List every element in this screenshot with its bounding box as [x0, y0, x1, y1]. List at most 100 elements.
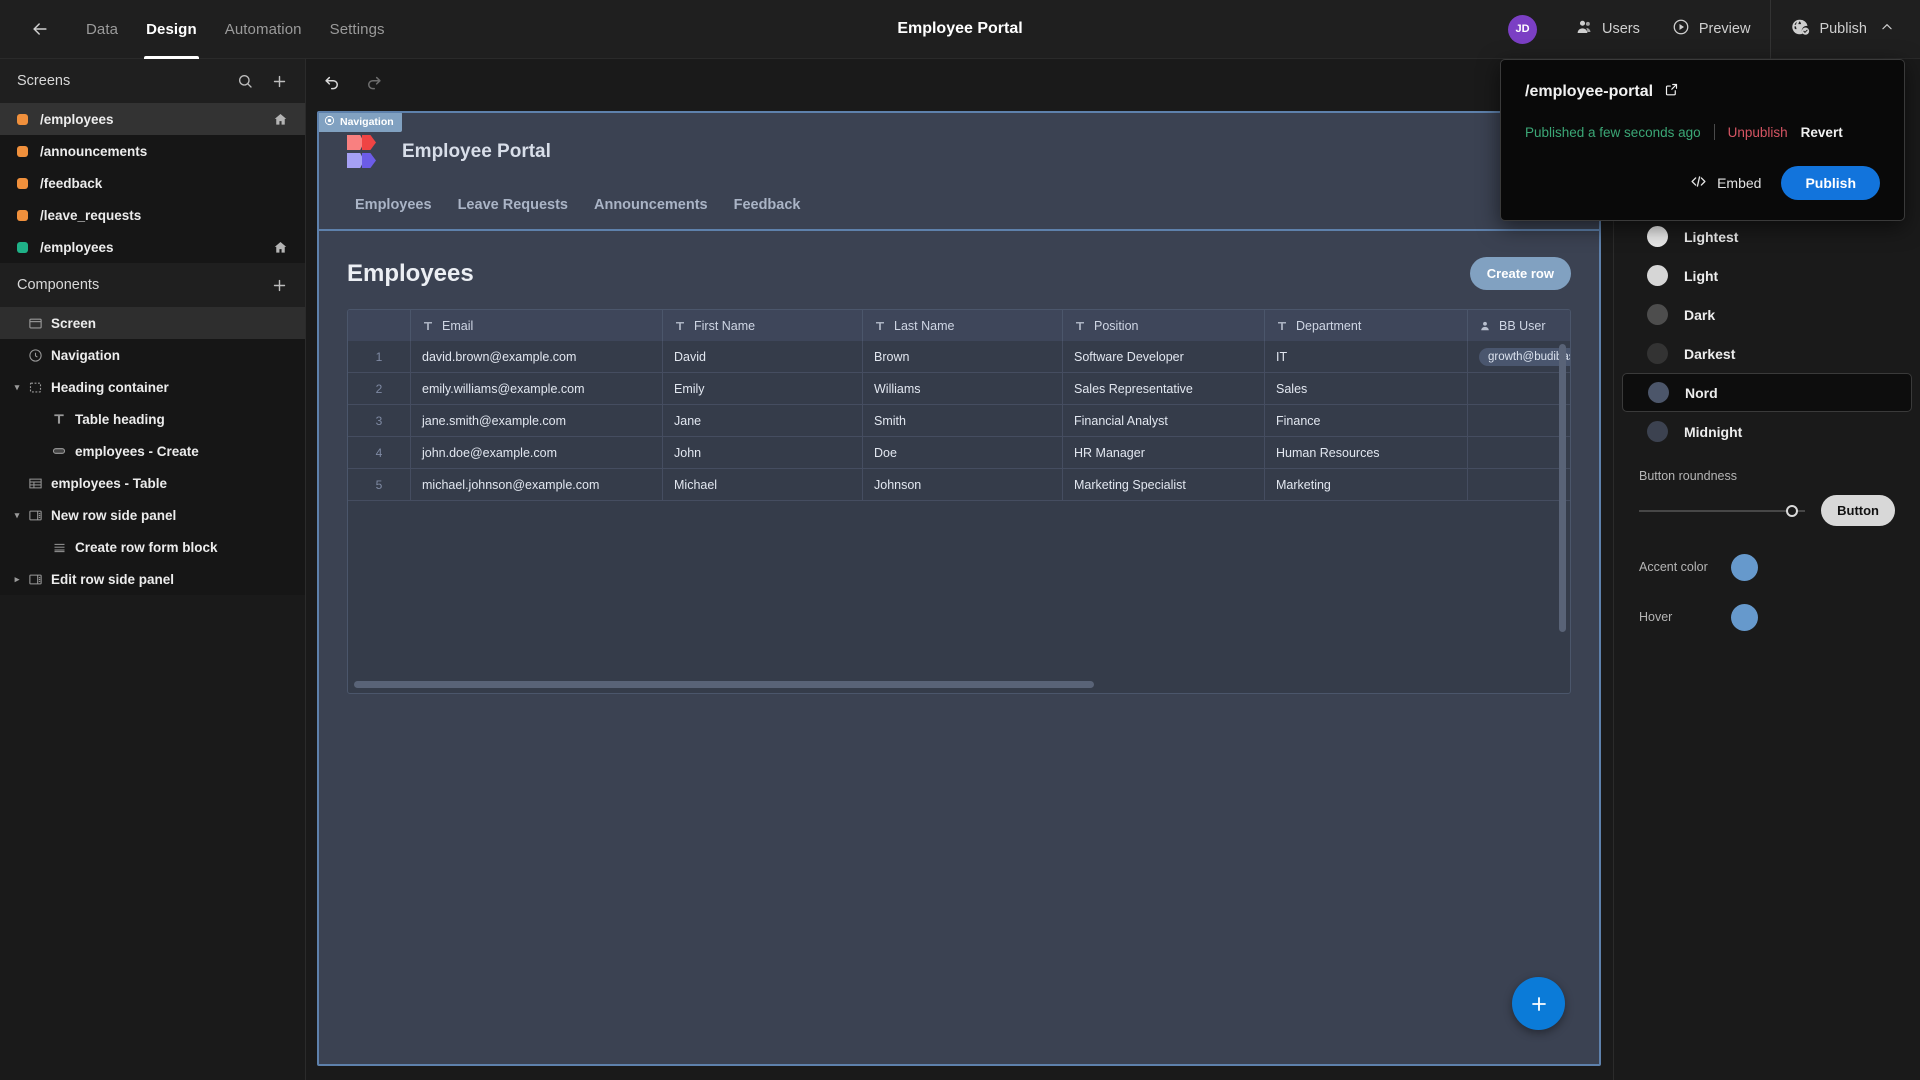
search-icon[interactable]: [237, 73, 253, 89]
add-floating-button[interactable]: [1512, 977, 1565, 1030]
app-nav-link[interactable]: Feedback: [734, 197, 801, 213]
table-row[interactable]: 4 john.doe@example.com John Doe HR Manager Hu…: [348, 437, 1570, 469]
component-item[interactable]: ▾ New row side panel: [0, 499, 305, 531]
table-cell[interactable]: HR Manager: [1063, 437, 1265, 468]
table-cell[interactable]: IT: [1265, 341, 1468, 372]
screen-item[interactable]: /employees: [0, 231, 305, 263]
add-screen-icon[interactable]: [271, 73, 288, 90]
hover-color-swatch[interactable]: [1731, 603, 1758, 631]
theme-option[interactable]: Lightest: [1622, 217, 1912, 256]
table-cell[interactable]: Finance: [1265, 405, 1468, 436]
external-link-icon[interactable]: [1664, 82, 1679, 102]
chevron-down-icon[interactable]: ▾: [10, 510, 24, 521]
table-cell[interactable]: Sales: [1265, 373, 1468, 404]
table-cell[interactable]: Jane: [663, 405, 863, 436]
table-cell[interactable]: Marketing Specialist: [1063, 469, 1265, 500]
table-cell[interactable]: emily.williams@example.com: [411, 373, 663, 404]
component-item[interactable]: ▾ Heading container: [0, 371, 305, 403]
table-cell[interactable]: jane.smith@example.com: [411, 405, 663, 436]
accent-color-swatch[interactable]: [1731, 553, 1758, 581]
table-cell[interactable]: Smith: [863, 405, 1063, 436]
table-row[interactable]: 2 emily.williams@example.com Emily Williams…: [348, 373, 1570, 405]
tab-automation[interactable]: Automation: [211, 0, 316, 59]
theme-option[interactable]: Midnight: [1622, 412, 1912, 451]
table-cell[interactable]: Financial Analyst: [1063, 405, 1265, 436]
toolbar-divider: [1770, 0, 1772, 59]
table-cell[interactable]: Michael: [663, 469, 863, 500]
table-cell[interactable]: john.doe@example.com: [411, 437, 663, 468]
component-item[interactable]: Table heading: [0, 403, 305, 435]
table-cell[interactable]: [1468, 437, 1570, 468]
table-cell[interactable]: growth@budibase.com: [1468, 341, 1570, 372]
table-cell[interactable]: Software Developer: [1063, 341, 1265, 372]
users-button[interactable]: Users: [1559, 0, 1656, 59]
table-column-header[interactable]: Email: [411, 310, 663, 341]
preview-button[interactable]: Preview: [1656, 0, 1767, 59]
table-column-header[interactable]: Position: [1063, 310, 1265, 341]
home-icon[interactable]: [273, 112, 288, 127]
component-item[interactable]: employees - Table: [0, 467, 305, 499]
app-nav-link[interactable]: Announcements: [594, 197, 708, 213]
navigation-badge[interactable]: Navigation: [319, 113, 402, 132]
table-cell[interactable]: John: [663, 437, 863, 468]
table-cell[interactable]: Emily: [663, 373, 863, 404]
home-icon[interactable]: [273, 240, 288, 255]
table-cell[interactable]: david.brown@example.com: [411, 341, 663, 372]
add-component-icon[interactable]: [271, 277, 288, 294]
table-column-header[interactable]: Department: [1265, 310, 1468, 341]
avatar[interactable]: JD: [1507, 14, 1537, 44]
tab-design[interactable]: Design: [132, 0, 211, 59]
screen-item[interactable]: /announcements: [0, 135, 305, 167]
component-item[interactable]: Screen: [0, 307, 305, 339]
table-cell[interactable]: Johnson: [863, 469, 1063, 500]
tab-data[interactable]: Data: [72, 0, 132, 59]
publish-menu-button[interactable]: Publish: [1775, 0, 1920, 59]
unpublish-link[interactable]: Unpublish: [1728, 125, 1788, 140]
table-row[interactable]: 1 david.brown@example.com David Brown Softwa…: [348, 341, 1570, 373]
table-vertical-scrollbar[interactable]: [1559, 344, 1566, 632]
published-url[interactable]: /employee-portal: [1525, 82, 1880, 102]
app-nav-link[interactable]: Employees: [355, 197, 432, 213]
table-cell[interactable]: Williams: [863, 373, 1063, 404]
slider-knob[interactable]: [1785, 504, 1798, 517]
table-cell[interactable]: Doe: [863, 437, 1063, 468]
table-cell[interactable]: Brown: [863, 341, 1063, 372]
revert-link[interactable]: Revert: [1801, 125, 1843, 140]
back-button[interactable]: [24, 13, 56, 45]
table-cell[interactable]: Marketing: [1265, 469, 1468, 500]
table-column-header[interactable]: BB User: [1468, 310, 1570, 341]
table-cell[interactable]: michael.johnson@example.com: [411, 469, 663, 500]
roundness-slider[interactable]: [1639, 503, 1806, 519]
table-cell[interactable]: Sales Representative: [1063, 373, 1265, 404]
embed-button[interactable]: Embed: [1690, 173, 1761, 193]
table-cell[interactable]: [1468, 405, 1570, 436]
table-row[interactable]: 5 michael.johnson@example.com Michael Johns…: [348, 469, 1570, 501]
undo-icon[interactable]: [323, 72, 342, 91]
theme-option[interactable]: Light: [1622, 256, 1912, 295]
table-horizontal-scrollbar[interactable]: [354, 681, 1094, 688]
table-column-header[interactable]: Last Name: [863, 310, 1063, 341]
component-item[interactable]: Navigation: [0, 339, 305, 371]
theme-option[interactable]: Dark: [1622, 295, 1912, 334]
chevron-down-icon[interactable]: ▾: [10, 382, 24, 393]
table-row[interactable]: 3 jane.smith@example.com Jane Smith Financia…: [348, 405, 1570, 437]
component-item[interactable]: employees - Create: [0, 435, 305, 467]
create-row-button[interactable]: Create row: [1469, 257, 1571, 290]
theme-option[interactable]: Darkest: [1622, 334, 1912, 373]
chevron-right-icon[interactable]: ▸: [10, 574, 24, 585]
app-nav-link[interactable]: Leave Requests: [458, 197, 568, 213]
screen-item[interactable]: /leave_requests: [0, 199, 305, 231]
publish-confirm-button[interactable]: Publish: [1781, 166, 1880, 200]
redo-icon[interactable]: [364, 72, 383, 91]
component-item[interactable]: ▸ Edit row side panel: [0, 563, 305, 595]
table-cell[interactable]: Human Resources: [1265, 437, 1468, 468]
theme-option[interactable]: Nord: [1622, 373, 1912, 412]
screen-item[interactable]: /feedback: [0, 167, 305, 199]
tab-settings[interactable]: Settings: [316, 0, 399, 59]
table-column-header[interactable]: First Name: [663, 310, 863, 341]
screen-item[interactable]: /employees: [0, 103, 305, 135]
table-cell[interactable]: David: [663, 341, 863, 372]
component-item[interactable]: Create row form block: [0, 531, 305, 563]
table-cell[interactable]: [1468, 373, 1570, 404]
table-cell[interactable]: [1468, 469, 1570, 500]
